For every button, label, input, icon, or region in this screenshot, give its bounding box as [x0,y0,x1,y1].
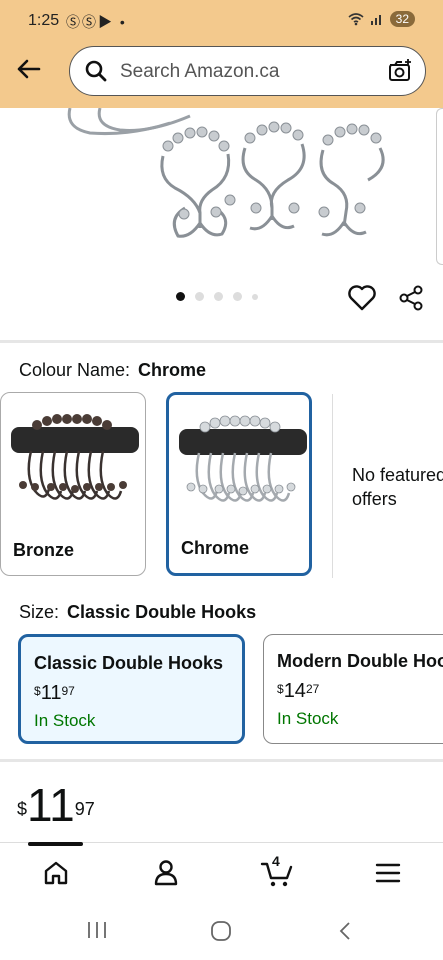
colour-selected: Chrome [138,360,207,380]
active-tab-indicator [28,842,83,846]
signal-icon [370,15,381,25]
section-divider [0,759,443,762]
price-cents: 27 [305,682,320,696]
colour-label: Colour Name: [19,360,131,380]
share-icon[interactable] [398,285,424,311]
colour-option-label: Bronze [13,540,75,560]
size-option-price: $1427 [277,680,443,703]
colour-option-label: Chrome [181,538,250,558]
status-bar: 1:25 ⓈⓈ▶ • 32 [0,0,443,44]
cart-count: 4 [272,853,280,869]
price-currency: $ [17,799,28,819]
home-icon [44,861,68,885]
price-currency: $ [34,684,41,698]
price-cents: 97 [61,684,75,698]
stock-status: In Stock [34,711,96,730]
size-selected: Classic Double Hooks [67,602,257,622]
colour-name-row: Colour Name: Chrome [19,360,206,381]
size-label: Size: [19,602,60,622]
size-row: Size: Classic Double Hooks [19,602,256,623]
pager-dot-1[interactable] [176,292,185,301]
price-cents: 97 [74,799,95,819]
price-whole: 11 [27,779,75,831]
back-arrow-icon[interactable] [14,54,44,84]
recent-apps-button[interactable] [86,920,108,945]
size-option-price: $1197 [34,682,242,705]
pager-dot-5[interactable] [252,293,258,300]
image-pager [176,292,258,301]
header: Search Amazon.ca [0,44,443,108]
search-icon [85,60,107,82]
heart-icon[interactable] [348,285,376,311]
battery-indicator: 32 [389,11,415,27]
size-option-modern[interactable]: Modern Double Hooks $1427 In Stock [263,634,443,744]
chevron-left-icon [339,922,350,940]
colour-option-bronze[interactable]: Bronze [0,392,146,576]
home-circle-icon [211,921,231,941]
next-image-peek [436,108,443,265]
swatch-divider [332,394,333,578]
price-whole: 11 [40,682,62,704]
section-divider [0,340,443,343]
status-time: 1:25 [28,12,60,29]
price-currency: $ [277,682,284,696]
size-option-classic[interactable]: Classic Double Hooks $1197 In Stock [18,634,245,744]
price-whole: 14 [283,680,306,702]
product-image[interactable] [0,108,443,338]
product-price: $1197 [17,782,95,828]
no-featured-offers: No featured offers [352,465,443,509]
user-icon [154,860,178,886]
notification-icons: ⓈⓈ▶ • [66,14,127,30]
nav-home[interactable] [36,855,76,891]
stock-status: In Stock [277,709,339,728]
colour-option-chrome[interactable]: Chrome [166,392,312,576]
pager-dot-3[interactable] [214,292,223,301]
system-nav-bar [0,900,443,960]
bottom-nav: 4 [0,842,443,901]
nav-cart[interactable]: 4 [257,853,297,891]
recent-apps-icon [88,922,106,938]
status-right: 32 [348,11,415,27]
chrome-hooks-image [179,415,307,502]
nav-account[interactable] [146,855,186,891]
size-option-title: Classic Double Hooks [34,653,224,673]
pager-dot-4[interactable] [233,292,242,301]
bronze-hooks-image [11,414,139,500]
size-option-title: Modern Double Hooks [277,651,443,671]
camera-search-icon[interactable] [387,58,413,84]
home-button[interactable] [210,920,232,947]
nav-menu[interactable] [368,855,408,891]
menu-icon [375,863,401,883]
system-back-button[interactable] [335,920,355,947]
search-bar[interactable]: Search Amazon.ca [69,46,426,96]
search-input[interactable]: Search Amazon.ca [120,61,279,83]
shower-hooks-image [67,108,385,238]
wifi-icon [348,13,364,26]
pager-dot-2[interactable] [195,292,204,301]
